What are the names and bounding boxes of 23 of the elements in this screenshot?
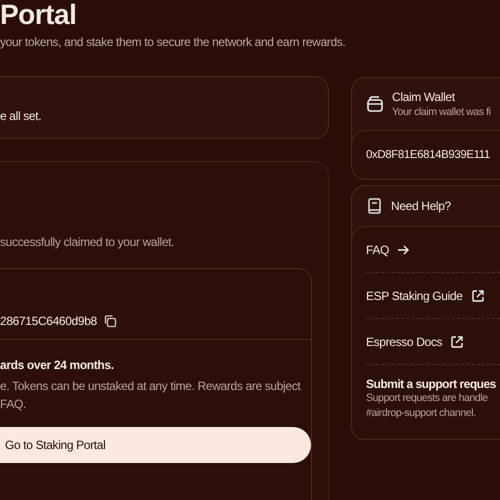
staking-description: e. Tokens can be unstaked at any time. Rewards are subject FAQ. — [0, 378, 300, 413]
help-link[interactable]: Espresso Docs — [366, 319, 500, 365]
support-description: Support requests are handle #airdrop-support channel. — [366, 391, 488, 421]
page-subtitle: your tokens, and stake them to secure the network and earn rewards. — [0, 34, 346, 50]
card-title: Claim Wallet — [392, 90, 456, 104]
card-subtitle: Your claim wallet was fi — [392, 106, 491, 118]
staking-portal-button[interactable]: Go to Staking Portal — [0, 427, 311, 463]
staking-heading: ards over 24 months. — [0, 358, 114, 372]
help-link[interactable]: ESP Staking Guide — [366, 273, 500, 319]
help-link[interactable]: FAQ — [366, 227, 500, 273]
wallet-address: 0xD8F81E6814B939E111 — [365, 148, 490, 163]
external-link-icon — [470, 288, 485, 302]
page-title: Portal — [0, 0, 76, 30]
arrow-right-icon — [396, 244, 409, 256]
claim-message: successfully claimed to your wallet. — [0, 235, 174, 249]
card-title: Need Help? — [391, 199, 451, 213]
wallet-icon — [366, 95, 384, 113]
support-title: Submit a support reques — [366, 377, 496, 391]
book-icon — [366, 197, 383, 215]
copy-icon[interactable] — [102, 314, 117, 328]
status-message: e all set. — [0, 109, 42, 123]
wallet-address: 286715C6460d9b8 — [0, 314, 97, 328]
external-link-icon — [450, 334, 464, 348]
